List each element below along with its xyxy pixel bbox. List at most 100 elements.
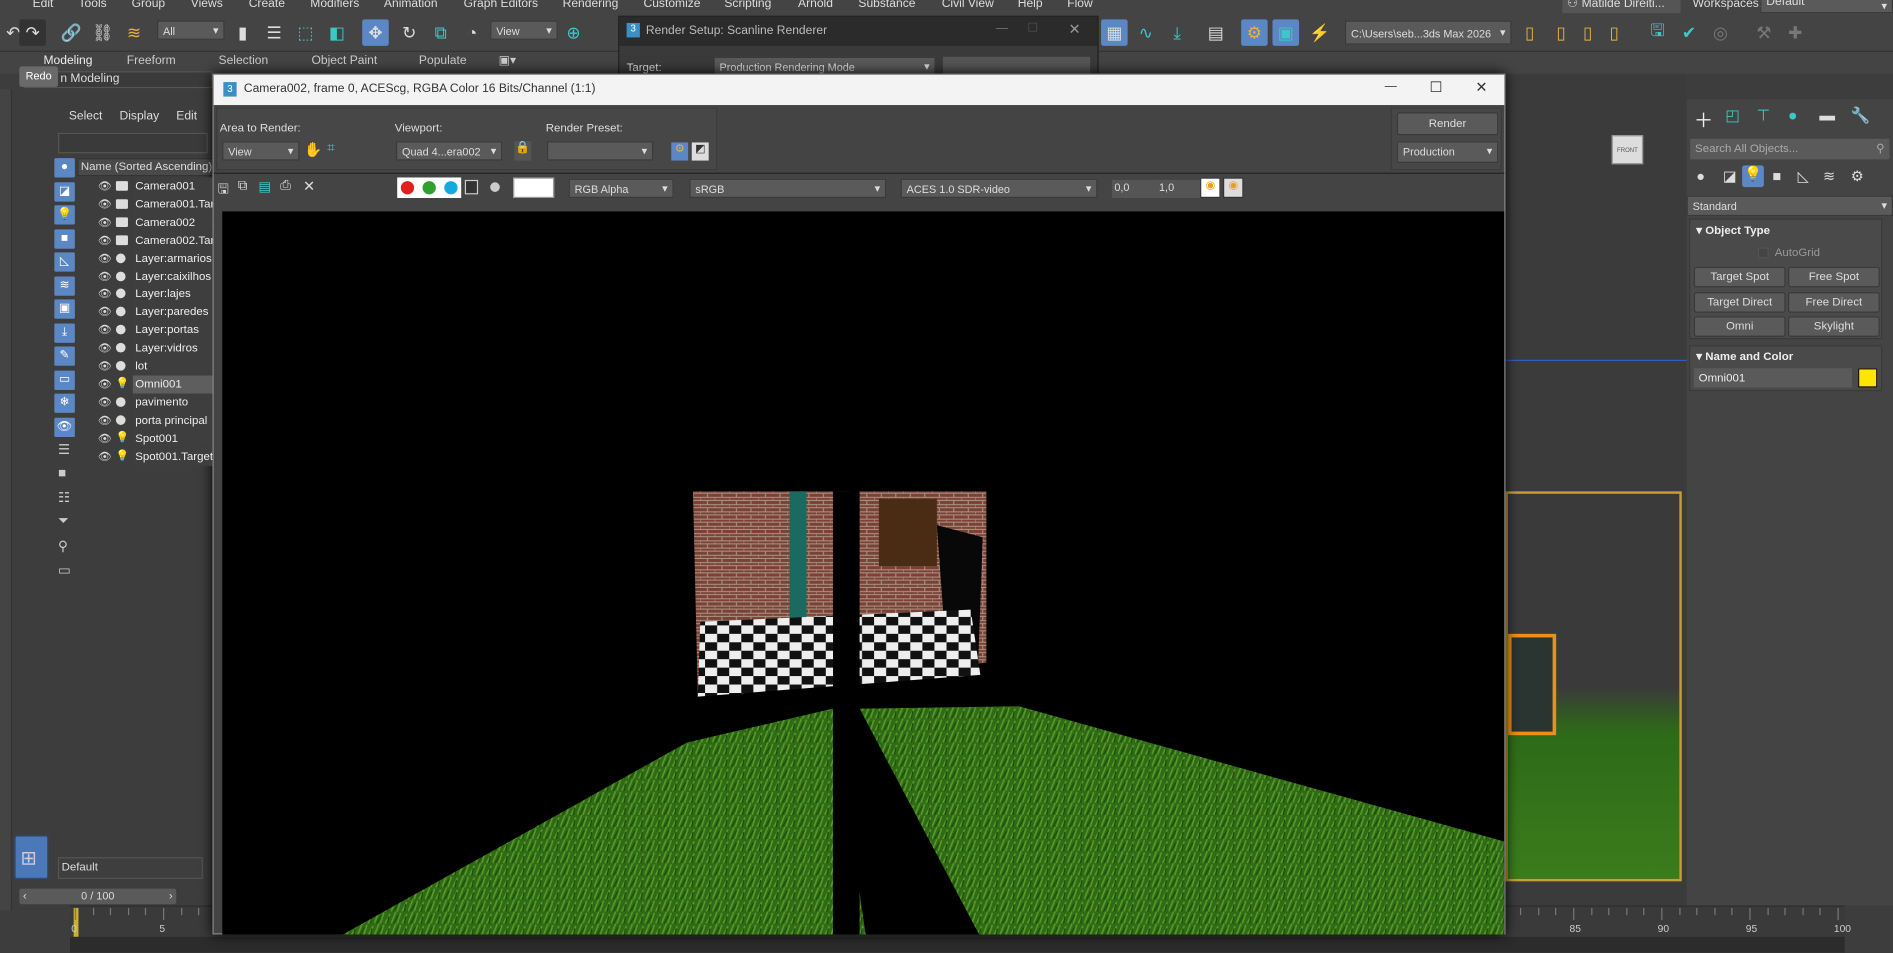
- history-icon[interactable]: ◎: [1707, 19, 1734, 46]
- hierarchy-tab-icon[interactable]: ⊤: [1757, 106, 1771, 125]
- helpers-icon[interactable]: ◺: [1798, 168, 1809, 185]
- rendered-frame-window-icon[interactable]: ▣: [1272, 19, 1300, 46]
- color-space-dropdown[interactable]: sRGB: [689, 178, 887, 198]
- skylight-button[interactable]: Skylight: [1788, 316, 1880, 337]
- unlink-icon[interactable]: ⛓: [89, 19, 116, 46]
- column-header-name[interactable]: Name (Sorted Ascending): [77, 158, 215, 177]
- render-setup-icon[interactable]: ⚙: [671, 142, 689, 161]
- visibility-eye-icon[interactable]: 👁: [98, 231, 112, 249]
- visibility-eye-icon[interactable]: 👁: [98, 375, 112, 393]
- list-item[interactable]: 👁 pavimento: [77, 393, 213, 412]
- list-item[interactable]: 👁 Layer:portas: [77, 321, 213, 340]
- object-type-title[interactable]: ▾ Object Type: [1696, 225, 1770, 238]
- explorer-filter-icon[interactable]: ◺: [54, 252, 75, 272]
- list-item[interactable]: 👁 Camera002.Target: [77, 231, 213, 250]
- tab-object-paint[interactable]: Object Paint: [311, 54, 377, 67]
- list-item[interactable]: 👁 lot: [77, 357, 213, 376]
- workspace-dropdown[interactable]: Default: [1760, 0, 1893, 14]
- dope-sheet-icon[interactable]: ⤓: [1164, 19, 1191, 46]
- blue-channel-toggle[interactable]: [444, 181, 458, 195]
- autogrid-checkbox[interactable]: [1757, 247, 1769, 259]
- prev-frame-icon[interactable]: ‹: [23, 889, 27, 905]
- environment-exposure-icon[interactable]: ◩: [691, 142, 709, 161]
- systems-icon[interactable]: ⚙: [1851, 168, 1864, 185]
- red-channel-toggle[interactable]: [400, 181, 415, 195]
- explorer-tool-icon[interactable]: ■: [58, 466, 66, 480]
- menu-modifiers[interactable]: Modifiers: [310, 0, 359, 11]
- visibility-eye-icon[interactable]: 👁: [98, 357, 112, 375]
- viewport-layout-button[interactable]: ⊞: [14, 835, 49, 879]
- lights-icon[interactable]: 💡: [1742, 165, 1764, 188]
- cameras-icon[interactable]: ■: [1772, 168, 1781, 185]
- project-structure-icon[interactable]: ▯: [1601, 19, 1628, 46]
- explorer-search-input[interactable]: [57, 132, 208, 154]
- menu-scripting[interactable]: Scripting: [724, 0, 771, 11]
- close-icon[interactable]: ✕: [1475, 78, 1487, 95]
- menu-customize[interactable]: Customize: [643, 0, 700, 11]
- window-crossing-icon[interactable]: ◧: [324, 19, 351, 46]
- visibility-eye-icon[interactable]: 👁: [98, 339, 112, 357]
- free-direct-button[interactable]: Free Direct: [1788, 292, 1880, 313]
- render-mode-dropdown[interactable]: Production: [1396, 141, 1499, 163]
- explorer-tool-icon[interactable]: ⚲: [58, 538, 68, 554]
- project-folder-dropdown[interactable]: C:\Users\seb...3ds Max 2026: [1344, 20, 1512, 45]
- shapes-icon[interactable]: ◪: [1723, 168, 1737, 185]
- material-editor-icon[interactable]: ▤: [1202, 19, 1229, 46]
- clear-icon[interactable]: ✕: [303, 177, 315, 194]
- save-image-icon[interactable]: 🖫: [217, 179, 228, 202]
- rectangular-selection-icon[interactable]: ⬚: [292, 19, 319, 46]
- visibility-eye-icon[interactable]: 👁: [98, 213, 112, 231]
- list-item[interactable]: 👁 Layer:vidros: [77, 339, 213, 358]
- viewport-area[interactable]: FRONT: [1505, 74, 1687, 906]
- explorer-menu-select[interactable]: Select: [69, 110, 103, 123]
- visibility-eye-icon[interactable]: 👁: [98, 249, 112, 267]
- menu-group[interactable]: Group: [132, 0, 166, 11]
- list-item[interactable]: 👁 Camera001: [77, 177, 213, 196]
- menu-edit[interactable]: Edit: [33, 0, 54, 11]
- explorer-tool-icon[interactable]: ☷: [58, 490, 70, 505]
- menu-animation[interactable]: Animation: [384, 0, 438, 11]
- motion-tab-icon[interactable]: ●: [1788, 106, 1797, 124]
- explorer-tool-icon[interactable]: ☰: [58, 442, 70, 457]
- menu-substance[interactable]: Substance: [858, 0, 915, 11]
- alpha-toggle[interactable]: [464, 179, 479, 195]
- placement-icon[interactable]: ◔: [459, 19, 486, 46]
- viewcube[interactable]: FRONT: [1611, 135, 1644, 165]
- scale-icon[interactable]: ⧉: [427, 19, 454, 46]
- clone-window-icon[interactable]: ▤: [258, 179, 271, 194]
- list-item[interactable]: 👁 Layer:lajes: [77, 285, 213, 304]
- list-item[interactable]: 👁 Camera001.Target: [77, 195, 213, 214]
- render-preset-dropdown[interactable]: [546, 141, 654, 161]
- menu-create[interactable]: Create: [249, 0, 285, 11]
- polygon-modeling-label[interactable]: n Modeling: [60, 72, 119, 85]
- menu-tools[interactable]: Tools: [78, 0, 106, 11]
- time-slider[interactable]: ‹ 0 / 100 ›: [19, 888, 177, 905]
- visibility-eye-icon[interactable]: 👁: [98, 411, 112, 429]
- list-item[interactable]: 👁 💡 Spot001.Target: [77, 447, 213, 466]
- brush-settings-icon[interactable]: ⚒: [1751, 19, 1778, 46]
- display-tab-icon[interactable]: ▬: [1819, 106, 1835, 124]
- display-correction-icon[interactable]: ◉: [1222, 177, 1244, 198]
- monochrome-toggle[interactable]: [490, 182, 500, 192]
- visibility-eye-icon[interactable]: 👁: [98, 285, 112, 303]
- target-spot-button[interactable]: Target Spot: [1693, 266, 1786, 288]
- active-viewport[interactable]: [1505, 491, 1682, 882]
- view-transform-dropdown[interactable]: ACES 1.0 SDR-video: [900, 178, 1098, 198]
- auto-region-icon[interactable]: ⌗: [327, 141, 334, 157]
- maximize-icon[interactable]: ☐: [1429, 78, 1442, 95]
- add-brush-icon[interactable]: ✚: [1782, 19, 1809, 46]
- explorer-tool-icon[interactable]: ⏷: [58, 514, 69, 530]
- explorer-filter-icon[interactable]: 💡: [54, 205, 75, 225]
- pivot-center-icon[interactable]: ⊕: [560, 19, 587, 46]
- explorer-filter-icon[interactable]: ≋: [54, 275, 75, 296]
- list-item[interactable]: 👁 porta principal: [77, 411, 213, 430]
- exposure-min-spinner[interactable]: 0,0: [1111, 179, 1163, 198]
- exposure-max-spinner[interactable]: 1,0: [1156, 179, 1205, 198]
- explorer-filter-icon[interactable]: ■: [54, 228, 75, 249]
- list-item[interactable]: 👁 💡 Omni001: [77, 375, 213, 394]
- visibility-eye-icon[interactable]: 👁: [98, 321, 112, 339]
- menu-views[interactable]: Views: [191, 0, 223, 11]
- category-dropdown[interactable]: Standard: [1686, 195, 1893, 217]
- display-lut-icon[interactable]: ◉: [1200, 177, 1221, 198]
- explorer-filter-icon[interactable]: ▣: [54, 299, 75, 319]
